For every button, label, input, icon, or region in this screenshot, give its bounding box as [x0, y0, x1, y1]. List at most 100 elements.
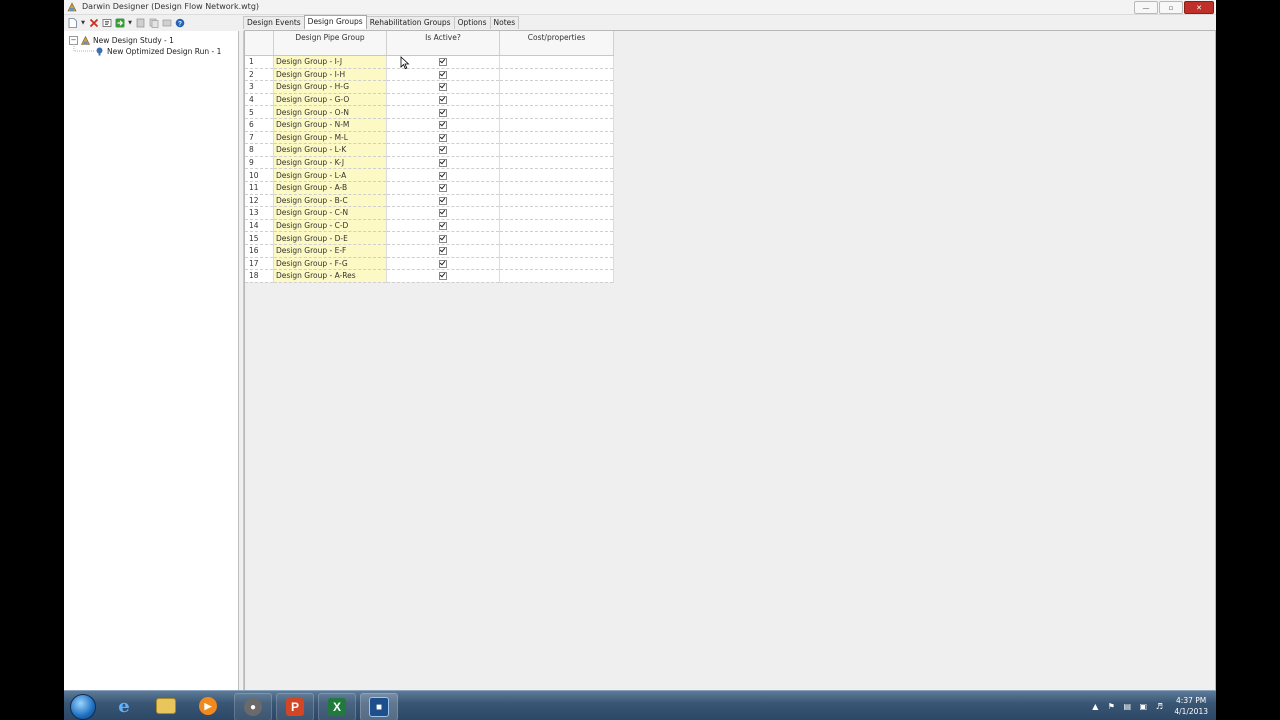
powerpoint-icon[interactable]: P [276, 693, 314, 720]
export-icon[interactable] [161, 18, 172, 29]
internet-explorer-icon[interactable]: e [106, 693, 142, 719]
minimize-button[interactable]: — [1134, 1, 1158, 14]
table-row[interactable]: 18 Design Group - A-Res [245, 269, 614, 283]
cost-properties-cell[interactable] [499, 143, 614, 157]
table-row[interactable]: 16 Design Group - E-F [245, 244, 614, 258]
table-row[interactable]: 7 Design Group - M-L [245, 131, 614, 145]
tab-options[interactable]: Options [453, 16, 491, 29]
design-pipe-group-cell[interactable]: Design Group - H-G [273, 80, 387, 94]
cost-properties-cell[interactable] [499, 80, 614, 94]
table-row[interactable]: 14 Design Group - C-D [245, 219, 614, 233]
rename-icon[interactable] [101, 18, 112, 29]
design-pipe-group-cell[interactable]: Design Group - D-E [273, 231, 387, 245]
cost-properties-cell[interactable] [499, 93, 614, 107]
excel-icon[interactable]: X [318, 693, 356, 720]
show-hidden-icons-icon[interactable]: ▲ [1090, 701, 1100, 711]
copy-icon[interactable] [148, 18, 159, 29]
maximize-button[interactable]: ▫ [1159, 1, 1183, 14]
design-pipe-group-cell[interactable]: Design Group - A-Res [273, 269, 387, 283]
tab-rehabilitation-groups[interactable]: Rehabilitation Groups [365, 16, 455, 29]
design-pipe-group-cell[interactable]: Design Group - I-J [273, 55, 387, 69]
table-row[interactable]: 17 Design Group - F-G [245, 257, 614, 271]
design-pipe-group-cell[interactable]: Design Group - G-O [273, 93, 387, 107]
is-active-checkbox[interactable] [439, 222, 447, 231]
table-row[interactable]: 3 Design Group - H-G [245, 80, 614, 94]
is-active-checkbox[interactable] [439, 247, 447, 256]
network-icon[interactable]: ▤ [1122, 701, 1132, 711]
table-row[interactable]: 4 Design Group - G-O [245, 93, 614, 107]
design-pipe-group-cell[interactable]: Design Group - O-N [273, 105, 387, 119]
table-row[interactable]: 1 Design Group - I-J [245, 55, 614, 69]
design-pipe-group-cell[interactable]: Design Group - K-J [273, 156, 387, 170]
design-pipe-group-cell[interactable]: Design Group - B-C [273, 194, 387, 208]
display-icon[interactable]: ▣ [1138, 701, 1148, 711]
file-explorer-icon[interactable] [148, 693, 184, 719]
table-row[interactable]: 5 Design Group - O-N [245, 105, 614, 119]
volume-icon[interactable]: ♬ [1154, 701, 1164, 711]
cost-properties-cell[interactable] [499, 269, 614, 283]
design-pipe-group-cell[interactable]: Design Group - F-G [273, 257, 387, 271]
close-window-button[interactable]: ✕ [1184, 1, 1214, 14]
is-active-checkbox[interactable] [439, 108, 447, 117]
tab-design-groups[interactable]: Design Groups [303, 15, 367, 29]
design-pipe-group-cell[interactable]: Design Group - C-N [273, 206, 387, 220]
cost-properties-cell[interactable] [499, 244, 614, 258]
design-pipe-group-cell[interactable]: Design Group - I-H [273, 68, 387, 82]
is-active-checkbox[interactable] [439, 234, 447, 243]
new-icon[interactable] [67, 18, 78, 29]
cost-properties-cell[interactable] [499, 131, 614, 145]
start-orb[interactable] [70, 694, 96, 720]
cost-properties-cell[interactable] [499, 156, 614, 170]
is-active-checkbox[interactable] [439, 83, 447, 92]
design-pipe-group-header[interactable]: Design Pipe Group [273, 31, 387, 56]
table-row[interactable]: 6 Design Group - N-M [245, 118, 614, 132]
table-row[interactable]: 2 Design Group - I-H [245, 68, 614, 82]
is-active-checkbox[interactable] [439, 121, 447, 130]
cost-properties-header[interactable]: Cost/properties [499, 31, 614, 56]
table-row[interactable]: 8 Design Group - L-K [245, 143, 614, 157]
delete-icon[interactable] [88, 18, 99, 29]
table-row[interactable]: 15 Design Group - D-E [245, 231, 614, 245]
design-pipe-group-cell[interactable]: Design Group - N-M [273, 118, 387, 132]
cost-properties-cell[interactable] [499, 194, 614, 208]
system-clock[interactable]: 4:37 PM 4/1/2013 [1174, 695, 1208, 717]
compute-dropdown-icon[interactable]: ▼ [127, 18, 133, 29]
design-pipe-group-cell[interactable]: Design Group - C-D [273, 219, 387, 233]
tab-notes[interactable]: Notes [489, 16, 520, 29]
tree-item-run[interactable]: New Optimized Design Run - 1 [95, 46, 221, 57]
table-row[interactable]: 13 Design Group - C-N [245, 206, 614, 220]
is-active-checkbox[interactable] [439, 133, 447, 142]
is-active-checkbox[interactable] [439, 146, 447, 155]
help-icon[interactable]: ? [174, 18, 185, 29]
cost-properties-cell[interactable] [499, 231, 614, 245]
is-active-header[interactable]: Is Active? [386, 31, 500, 56]
cost-properties-cell[interactable] [499, 105, 614, 119]
table-row[interactable]: 10 Design Group - L-A [245, 168, 614, 182]
cost-properties-cell[interactable] [499, 68, 614, 82]
cost-properties-cell[interactable] [499, 206, 614, 220]
design-pipe-group-cell[interactable]: Design Group - L-A [273, 168, 387, 182]
is-active-checkbox[interactable] [439, 58, 447, 67]
design-pipe-group-cell[interactable]: Design Group - E-F [273, 244, 387, 258]
cost-properties-cell[interactable] [499, 118, 614, 132]
is-active-checkbox[interactable] [439, 209, 447, 218]
new-dropdown-icon[interactable]: ▼ [80, 18, 86, 29]
design-pipe-group-cell[interactable]: Design Group - L-K [273, 143, 387, 157]
cost-properties-cell[interactable] [499, 55, 614, 69]
table-row[interactable]: 9 Design Group - K-J [245, 156, 614, 170]
darwin-designer-icon[interactable]: ● [234, 693, 272, 720]
design-pipe-group-cell[interactable]: Design Group - A-B [273, 181, 387, 195]
is-active-checkbox[interactable] [439, 272, 447, 281]
cost-properties-cell[interactable] [499, 181, 614, 195]
is-active-checkbox[interactable] [439, 196, 447, 205]
action-center-flag-icon[interactable]: ⚑ [1106, 701, 1116, 711]
is-active-checkbox[interactable] [439, 70, 447, 79]
media-player-icon[interactable]: ▶ [190, 693, 226, 719]
cost-properties-cell[interactable] [499, 168, 614, 182]
compute-icon[interactable] [114, 18, 125, 29]
table-row[interactable]: 11 Design Group - A-B [245, 181, 614, 195]
design-pipe-group-cell[interactable]: Design Group - M-L [273, 131, 387, 145]
is-active-checkbox[interactable] [439, 171, 447, 180]
is-active-checkbox[interactable] [439, 96, 447, 105]
is-active-checkbox[interactable] [439, 159, 447, 168]
